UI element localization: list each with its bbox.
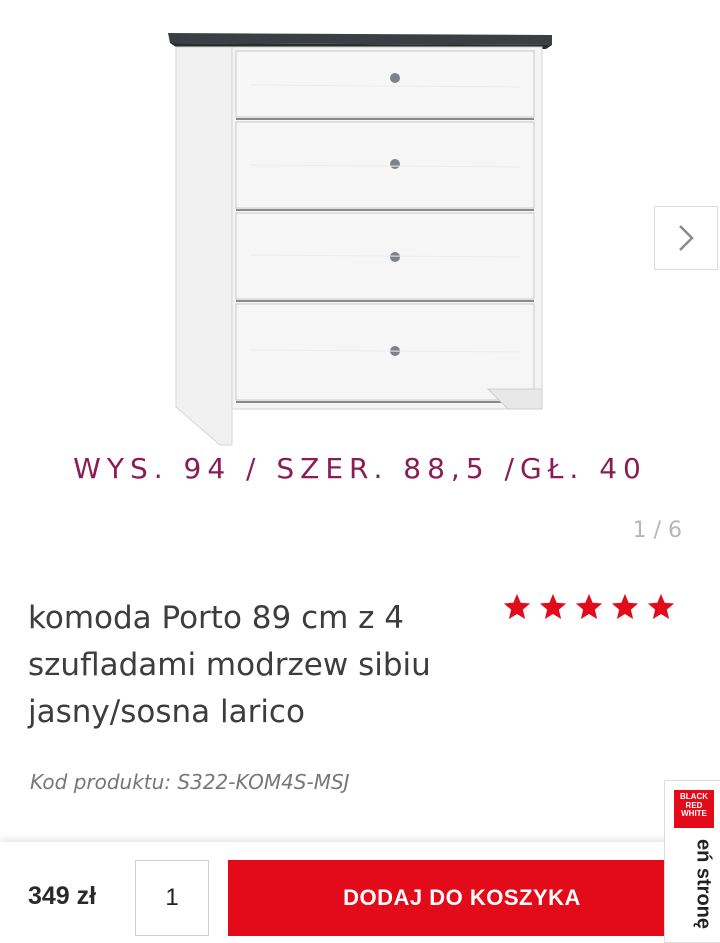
quantity-input[interactable]: 1: [135, 860, 209, 936]
gallery-counter: 1 / 6: [632, 518, 682, 543]
add-to-cart-button[interactable]: DODAJ DO KOSZYKA: [228, 860, 690, 936]
brw-logo: BLACK RED WHITE: [674, 790, 714, 828]
gallery-next-button[interactable]: [654, 206, 718, 270]
product-gallery: WYS. 94 / SZER. 88,5 /GŁ. 40 1 / 6: [0, 0, 720, 560]
product-title: komoda Porto 89 cm z 4 szufladami modrze…: [28, 600, 431, 730]
product-code: Kod produktu: S322-KOM4S-MSJ: [30, 770, 350, 794]
star-icon: [611, 593, 639, 619]
product-rating[interactable]: [502, 592, 676, 622]
product-image: [168, 33, 552, 446]
dimensions-caption: WYS. 94 / SZER. 88,5 /GŁ. 40: [73, 452, 647, 485]
price: 349 zł: [28, 882, 97, 910]
star-icon: [539, 593, 567, 619]
side-feedback-tab[interactable]: BLACK RED WHITE eń stronę: [664, 780, 720, 943]
star-icon: [503, 593, 531, 619]
side-tab-label: eń stronę: [692, 839, 715, 930]
chevron-right-icon: [679, 225, 694, 251]
star-icon: [647, 593, 675, 619]
star-icon: [575, 593, 603, 619]
